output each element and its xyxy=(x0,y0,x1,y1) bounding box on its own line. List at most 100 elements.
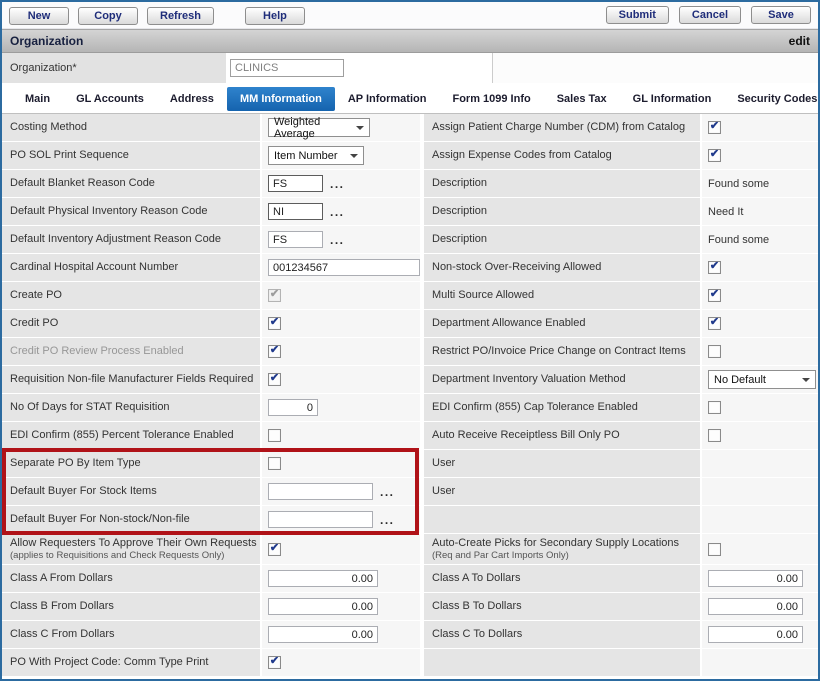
left-label-cell: Credit PO xyxy=(2,310,260,337)
checkbox[interactable]: ✔ xyxy=(708,317,721,330)
ellipsis-lookup-icon[interactable]: ... xyxy=(330,235,345,245)
toolbar-button-refresh[interactable]: Refresh xyxy=(147,7,214,25)
text-input[interactable] xyxy=(268,626,378,643)
organization-input-cell xyxy=(226,53,493,83)
field-label-text: Default Inventory Adjustment Reason Code xyxy=(10,233,260,246)
lookup-input[interactable] xyxy=(268,483,373,500)
checkbox[interactable]: ✔ xyxy=(268,656,281,669)
ellipsis-lookup-icon[interactable]: ... xyxy=(380,487,395,497)
toolbar-button-copy[interactable]: Copy xyxy=(78,7,138,25)
field-value: ... xyxy=(262,170,420,197)
toolbar-left-buttons: New Copy Refresh Help xyxy=(9,6,314,25)
toolbar-button-cancel[interactable]: Cancel xyxy=(679,6,741,24)
field-label-text: Create PO xyxy=(10,289,260,302)
checkbox[interactable]: ✔ xyxy=(708,149,721,162)
ellipsis-lookup-icon[interactable]: ... xyxy=(330,207,345,217)
form-row: Credit PO Review Process Enabled✔Restric… xyxy=(2,338,818,365)
checkbox[interactable] xyxy=(708,401,721,414)
form-row: Default Blanket Reason Code...Descriptio… xyxy=(2,170,818,197)
right-value-cell xyxy=(702,394,818,421)
right-field-label xyxy=(424,649,700,676)
checkbox[interactable] xyxy=(708,543,721,556)
dropdown-selected-value: No Default xyxy=(714,374,766,386)
tab-form-1099-info[interactable]: Form 1099 Info xyxy=(439,87,543,111)
lookup-input[interactable] xyxy=(268,175,323,192)
lookup-input[interactable] xyxy=(268,231,323,248)
field-label-text: Cardinal Hospital Account Number xyxy=(10,261,260,274)
tab-main[interactable]: Main xyxy=(12,87,63,111)
text-input[interactable] xyxy=(268,399,318,416)
ellipsis-lookup-icon[interactable]: ... xyxy=(380,515,395,525)
toolbar-button-help[interactable]: Help xyxy=(245,7,305,25)
tab-security-codes[interactable]: Security Codes xyxy=(724,87,820,111)
field-value xyxy=(702,565,818,592)
right-value-cell: Found some xyxy=(702,226,818,253)
checkbox[interactable]: ✔ xyxy=(708,261,721,274)
field-value xyxy=(262,422,420,449)
left-value-cell: ✔ xyxy=(262,534,420,564)
checkbox[interactable]: ✔ xyxy=(268,373,281,386)
checkbox[interactable]: ✔ xyxy=(708,121,721,134)
toolbar-button-save[interactable]: Save xyxy=(751,6,811,24)
toolbar-button-new[interactable]: New xyxy=(9,7,69,25)
right-value-cell: ✔ xyxy=(702,114,818,141)
left-field-label: Credit PO xyxy=(2,310,260,337)
checkbox[interactable] xyxy=(268,429,281,442)
tab-gl-accounts[interactable]: GL Accounts xyxy=(63,87,157,111)
left-value-cell xyxy=(262,450,420,477)
right-field-label: Assign Expense Codes from Catalog xyxy=(424,142,700,169)
section-header: Organization edit xyxy=(2,29,818,53)
dropdown-select[interactable]: Weighted Average xyxy=(268,118,370,137)
dropdown-select[interactable]: Item Number xyxy=(268,146,364,165)
checkbox[interactable]: ✔ xyxy=(708,289,721,302)
right-label-cell: Restrict PO/Invoice Price Change on Cont… xyxy=(424,338,700,365)
text-input[interactable] xyxy=(268,598,378,615)
text-input[interactable] xyxy=(708,598,803,615)
text-input[interactable] xyxy=(268,259,420,276)
form-row: No Of Days for STAT RequisitionEDI Confi… xyxy=(2,394,818,421)
left-label-cell: Cardinal Hospital Account Number xyxy=(2,254,260,281)
checkbox[interactable]: ✔ xyxy=(268,317,281,330)
field-sublabel-text: (applies to Requisitions and Check Reque… xyxy=(10,550,260,561)
tab-gl-information[interactable]: GL Information xyxy=(620,87,725,111)
lookup-input[interactable] xyxy=(268,203,323,220)
organization-row-filler xyxy=(493,53,818,83)
text-input[interactable] xyxy=(708,570,803,587)
organization-input[interactable] xyxy=(230,59,344,77)
field-value xyxy=(262,394,420,421)
checkbox[interactable] xyxy=(708,429,721,442)
ellipsis-lookup-icon[interactable]: ... xyxy=(330,179,345,189)
text-input[interactable] xyxy=(268,570,378,587)
field-value xyxy=(702,506,818,533)
toolbar-button-submit[interactable]: Submit xyxy=(606,6,669,24)
right-value-cell: No Default xyxy=(702,366,818,393)
checkbox[interactable] xyxy=(708,345,721,358)
right-field-label: Description xyxy=(424,170,700,197)
tab-address[interactable]: Address xyxy=(157,87,227,111)
right-value-cell xyxy=(702,506,818,533)
lookup-input[interactable] xyxy=(268,511,373,528)
field-label-text: Costing Method xyxy=(10,121,260,134)
right-value-cell: ✔ xyxy=(702,310,818,337)
field-value: Found some xyxy=(702,226,818,253)
field-value xyxy=(262,254,420,281)
checkbox[interactable]: ✔ xyxy=(268,543,281,556)
form-row: Separate PO By Item TypeUser xyxy=(2,450,818,477)
text-input[interactable] xyxy=(708,626,803,643)
field-label-text: EDI Confirm (855) Percent Tolerance Enab… xyxy=(10,429,260,442)
field-label-text: Default Buyer For Stock Items xyxy=(10,485,260,498)
checkbox[interactable] xyxy=(268,457,281,470)
right-label-cell: Assign Patient Charge Number (CDM) from … xyxy=(424,114,700,141)
right-field-label: Assign Patient Charge Number (CDM) from … xyxy=(424,114,700,141)
right-label-cell: User xyxy=(424,450,700,477)
right-value-cell xyxy=(702,534,818,564)
tab-sales-tax[interactable]: Sales Tax xyxy=(544,87,620,111)
form-row: Class C From DollarsClass C To Dollars xyxy=(2,621,818,648)
left-label-cell: PO With Project Code: Comm Type Print xyxy=(2,649,260,676)
dropdown-select[interactable]: No Default xyxy=(708,370,816,389)
field-label-text: User xyxy=(432,485,700,498)
form-row: Costing Method Weighted Average Assign Pat… xyxy=(2,114,818,141)
tab-mm-information[interactable]: MM Information xyxy=(227,87,335,111)
tab-ap-information[interactable]: AP Information xyxy=(335,87,440,111)
checkbox[interactable]: ✔ xyxy=(268,345,281,358)
